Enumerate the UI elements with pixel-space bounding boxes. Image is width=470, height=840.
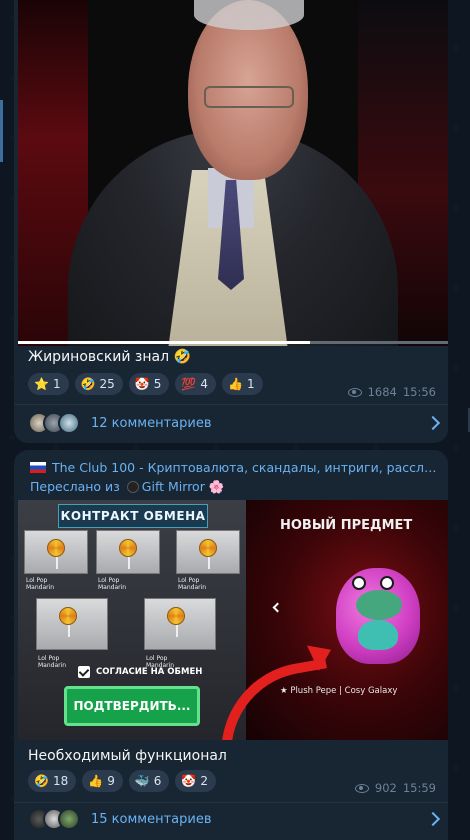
confirm-button-image: ПОДТВЕРДИТЬ... [64, 686, 200, 726]
post-time: 15:56 [402, 385, 436, 399]
scroll-indicator-left [0, 100, 3, 162]
message-bubble-1[interactable]: Жириновский знал 🤣 ⭐ 1 🤣 25 🤡 5 💯 4 👍 1 1684 … [14, 0, 448, 443]
reaction-chip[interactable]: 👍 1 [222, 373, 263, 395]
reactions-row: 🤣 18 👍 9 🐳 6 🤡 2 [28, 770, 217, 792]
pepe-eye [352, 576, 366, 590]
red-arrow-icon [204, 628, 344, 740]
speaker-glasses [204, 86, 294, 108]
forward-source: Gift Mirror [141, 479, 205, 494]
item-variant: Mandarin [98, 583, 127, 591]
item-card [36, 598, 108, 650]
view-count: 902 [374, 781, 397, 795]
comments-link[interactable]: 15 комментариев [28, 808, 441, 830]
post-meta: 1684 15:56 [347, 385, 436, 399]
reaction-count: 4 [200, 377, 209, 391]
rofl-icon: 🤣 [80, 377, 96, 391]
agreement-label: СОГЛАСИЕ НА ОБМЕН [96, 667, 203, 677]
reaction-count: 9 [107, 774, 115, 788]
divider [14, 802, 448, 803]
avatar [58, 808, 80, 830]
comments-count: 15 комментариев [91, 811, 212, 827]
reaction-chip[interactable]: 🤡 5 [128, 373, 170, 395]
post-meta: 902 15:59 [354, 781, 436, 795]
thumbs-up-icon: 👍 [88, 774, 104, 788]
item-variant: Mandarin [178, 583, 207, 591]
whale-icon: 🐳 [134, 774, 150, 788]
reaction-count: 6 [153, 774, 162, 788]
pepe-face [356, 590, 402, 620]
lollipop-icon [199, 539, 217, 569]
flower-icon: 🌸 [208, 479, 225, 494]
reaction-chip[interactable]: ⭐ 1 [28, 373, 69, 395]
forwarded-from[interactable]: Переслано из Gift Mirror 🌸 [30, 479, 224, 495]
rofl-icon: 🤣 [34, 774, 49, 788]
source-avatar-icon [126, 481, 139, 493]
post-caption: Жириновский знал 🤣 [28, 349, 191, 365]
divider [14, 404, 448, 405]
message-bubble-2[interactable]: The Club 100 - Криптовалюта, скандалы, и… [14, 450, 448, 840]
channel-name[interactable]: The Club 100 - Криптовалюта, скандалы, и… [30, 460, 440, 475]
commenter-avatars [28, 808, 80, 830]
reaction-chip[interactable]: 🤡 2 [175, 770, 217, 792]
pepe-eye [380, 576, 394, 590]
thumbs-up-icon: 👍 [228, 377, 243, 391]
arrow-shaft [207, 658, 341, 740]
reaction-chip[interactable]: 💯 4 [175, 373, 217, 395]
forwarded-prefix: Переслано из [30, 479, 120, 494]
reaction-chip[interactable]: 🤣 25 [74, 373, 123, 395]
item-card [176, 530, 240, 574]
channel-title: The Club 100 - Криптовалюта, скандалы, и… [52, 460, 440, 475]
flag-icon [30, 462, 46, 473]
reaction-count: 5 [153, 377, 162, 391]
reaction-chip[interactable]: 👍 9 [82, 770, 123, 792]
reactions-row: ⭐ 1 🤣 25 🤡 5 💯 4 👍 1 [28, 373, 263, 395]
video-progress-bar[interactable] [18, 341, 448, 344]
item-card [24, 530, 88, 574]
lollipop-icon [167, 607, 185, 637]
item-card-label: Lol Pop Mandarin [98, 577, 127, 592]
clown-icon: 🤡 [134, 377, 150, 391]
reaction-count: 2 [200, 774, 209, 788]
lollipop-icon [119, 539, 137, 569]
post-image[interactable]: КОНТРАКТ ОБМЕНА Lol Pop Mandarin Lol Pop M… [18, 500, 448, 740]
item-card-label: Lol Pop Mandarin [38, 655, 67, 670]
item-card-label: Lol Pop Mandarin [26, 577, 55, 592]
chevron-right-icon [425, 415, 441, 431]
hundred-icon: 💯 [181, 377, 197, 391]
agreement-checkbox: СОГЛАСИЕ НА ОБМЕН [78, 666, 202, 678]
eye-icon [354, 783, 369, 793]
speaker-hair [194, 0, 304, 30]
new-item-title: НОВЫЙ ПРЕДМЕТ [280, 518, 413, 533]
avatar [58, 412, 80, 434]
reaction-count: 1 [246, 377, 255, 391]
item-variant: Mandarin [38, 661, 67, 669]
lollipop-icon [59, 607, 77, 637]
commenter-avatars [28, 412, 80, 434]
comments-link[interactable]: 12 комментариев [28, 412, 441, 434]
video-progress-fill [18, 341, 311, 344]
post-time: 15:59 [402, 781, 436, 795]
star-icon: ⭐ [34, 377, 49, 391]
item-variant: Mandarin [26, 583, 55, 591]
heart-icon [358, 620, 398, 650]
reaction-chip[interactable]: 🐳 6 [128, 770, 170, 792]
reaction-count: 25 [99, 377, 115, 391]
video-thumbnail[interactable] [18, 0, 448, 346]
reaction-count: 1 [52, 377, 61, 391]
chevron-right-icon [425, 811, 441, 827]
post-caption: Необходимый функционал [28, 748, 227, 764]
item-card-label: Lol Pop Mandarin [178, 577, 207, 592]
contract-title: КОНТРАКТ ОБМЕНА [58, 504, 208, 528]
clown-icon: 🤡 [181, 774, 197, 788]
item-card [96, 530, 160, 574]
checkbox-icon [78, 666, 90, 678]
view-count: 1684 [367, 385, 397, 399]
eye-icon [347, 387, 362, 397]
reaction-count: 18 [52, 774, 69, 788]
reaction-chip[interactable]: 🤣 18 [28, 770, 77, 792]
lollipop-icon [47, 539, 65, 569]
comments-count: 12 комментариев [91, 415, 212, 431]
